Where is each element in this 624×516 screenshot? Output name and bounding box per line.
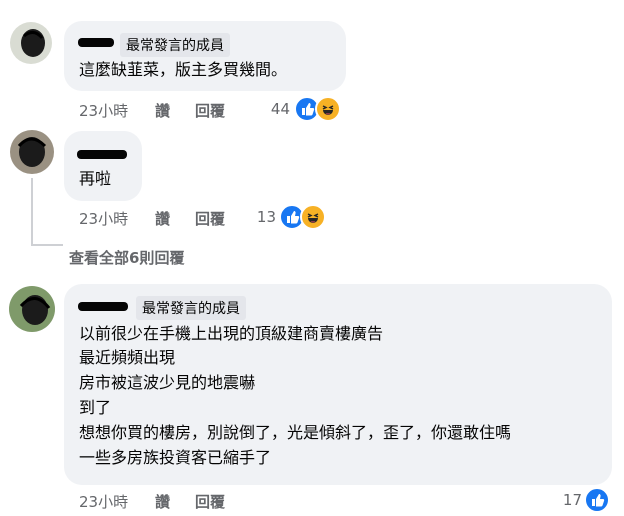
thread-connector-curve (31, 244, 63, 246)
like-button[interactable]: 讚 (155, 208, 170, 229)
thread-connector-line (31, 178, 33, 246)
haha-reaction-icon[interactable] (300, 204, 326, 230)
reaction-count[interactable]: 13 (244, 208, 276, 226)
reaction-count[interactable]: 44 (258, 100, 290, 118)
top-contributor-badge: 最常發言的成員 (120, 33, 230, 57)
like-reaction-icon[interactable] (584, 487, 610, 513)
comment-text: 再啦 (79, 169, 112, 188)
avatar-image (21, 29, 45, 57)
avatar[interactable] (10, 22, 52, 64)
comment-time[interactable]: 23小時 (79, 208, 128, 229)
comment-time[interactable]: 23小時 (79, 100, 128, 121)
like-button[interactable]: 讚 (155, 491, 170, 512)
comment-time[interactable]: 23小時 (79, 491, 128, 512)
reply-button[interactable]: 回覆 (195, 100, 225, 121)
avatar[interactable] (9, 286, 55, 332)
comment-text-line: 最近頻頻出現 (79, 348, 176, 367)
view-all-replies-link[interactable]: 查看全部6則回覆 (69, 247, 184, 268)
comment-text-line: 房市被這波少見的地震嚇 (79, 373, 256, 392)
avatar-image (19, 295, 51, 325)
avatar-image (17, 137, 47, 167)
top-contributor-badge: 最常發言的成員 (136, 296, 246, 320)
reply-button[interactable]: 回覆 (195, 208, 225, 229)
comment-text-line: 到了 (79, 398, 112, 417)
avatar[interactable] (10, 130, 54, 174)
haha-reaction-icon[interactable] (315, 96, 341, 122)
comment-text-line: 以前很少在手機上出現的頂級建商賣樓廣告 (79, 324, 384, 343)
redacted-author-name[interactable] (78, 38, 114, 47)
reaction-count[interactable]: 17 (550, 491, 582, 509)
like-button[interactable]: 讚 (155, 100, 170, 121)
redacted-author-name[interactable] (78, 302, 128, 311)
comment-text-line: 一些多房族投資客已縮手了 (79, 448, 272, 467)
reply-button[interactable]: 回覆 (195, 491, 225, 512)
comment-text-line: 想想你買的樓房，別說倒了，光是傾斜了，歪了，你還敢住嗎 (79, 423, 512, 442)
redacted-author-name[interactable] (77, 150, 127, 159)
comment-text: 這麼缺韮菜，版主多買幾間。 (79, 60, 288, 79)
